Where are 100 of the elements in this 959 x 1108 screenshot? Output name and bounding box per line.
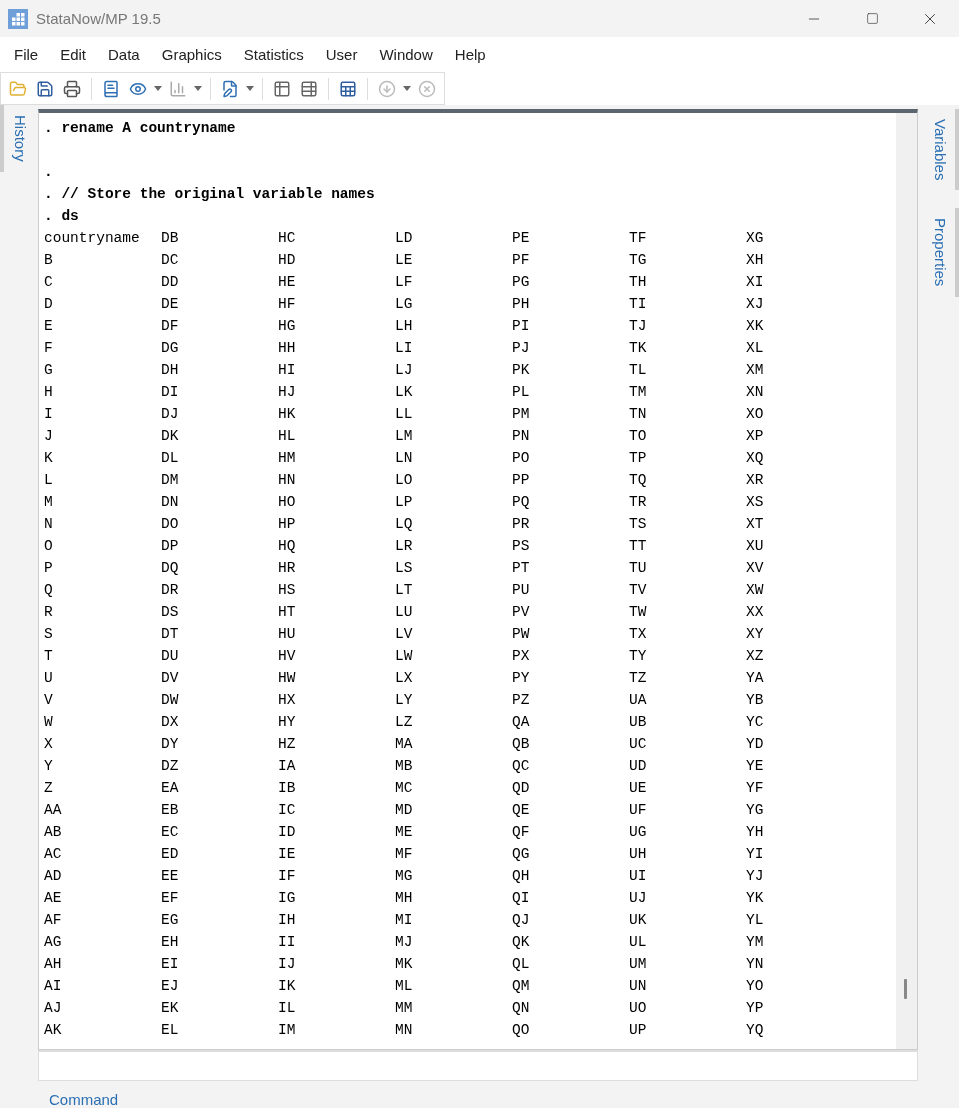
variable-name: YJ [746,867,764,886]
variable-name: HL [278,427,296,446]
variable-name: UF [629,801,647,820]
variable-name: LS [395,559,413,578]
variable-name: IC [278,801,296,820]
variable-name: TV [629,581,647,600]
variable-name: K [44,449,53,468]
variable-name: PW [512,625,530,644]
variable-name: PL [512,383,530,402]
menu-item[interactable]: Statistics [235,46,312,63]
variable-name: TX [629,625,647,644]
variable-name: XS [746,493,764,512]
variable-name: Q [44,581,53,600]
variable-name: XH [746,251,764,270]
variable-name: IK [278,977,296,996]
window-title: StataNow/MP 19.5 [36,10,162,27]
variable-name: EH [161,933,179,952]
menu-item[interactable]: User [317,46,366,63]
variable-name: MK [395,955,413,974]
menu-item[interactable]: Graphics [153,46,230,63]
maximize-icon[interactable] [865,12,879,25]
variable-name: M [44,493,53,512]
menu-item[interactable]: File [6,46,47,63]
variable-name: ID [278,823,296,842]
variable-name: IJ [278,955,296,974]
caret-icon[interactable] [154,86,162,91]
variable-name: QD [512,779,530,798]
panel-tab[interactable]: Variables [924,109,959,191]
menu-item[interactable]: Window [371,46,441,63]
variable-name: YA [746,669,764,688]
variable-name: DG [161,339,179,358]
variable-name: IF [278,867,296,886]
variable-name: YD [746,735,764,754]
variable-name: DR [161,581,179,600]
variable-name: F [44,339,53,358]
variable-name: B [44,251,53,270]
variable-name: TT [629,537,647,556]
variable-name: DP [161,537,179,556]
variable-name: DF [161,317,179,336]
variable-name: YE [746,757,764,776]
variable-name: HK [278,405,296,424]
variable-name: HE [278,273,296,292]
app-logo-icon [8,8,28,29]
variable-name: TS [629,515,647,534]
command-field[interactable] [38,1050,918,1081]
variable-name: AE [44,889,62,908]
variable-name: EL [161,1021,179,1040]
variable-name: IH [278,911,296,930]
variable-name: DL [161,449,179,468]
variable-name: DD [161,273,179,292]
variable-name: AJ [44,999,62,1018]
variable-name: LP [395,493,413,512]
variable-name: LK [395,383,413,402]
variable-name: UJ [629,889,647,908]
variable-name: YC [746,713,764,732]
variable-name: TW [629,603,647,622]
caret-icon[interactable] [194,86,202,91]
variable-name: XQ [746,449,764,468]
variable-name: DI [161,383,179,402]
variable-name: MH [395,889,413,908]
variable-name: EF [161,889,179,908]
menu-item[interactable]: Edit [52,46,95,63]
variable-name: MA [395,735,413,754]
variable-name: E [44,317,53,336]
variable-name: UK [629,911,647,930]
menu-item[interactable]: Help [446,46,494,63]
variable-name: PP [512,471,530,490]
menu-item[interactable]: Data [100,46,148,63]
variable-name: LJ [395,361,413,380]
variable-name: YL [746,911,764,930]
variable-name: O [44,537,53,556]
variable-name: YM [746,933,764,952]
variable-name: LO [395,471,413,490]
variable-name: PO [512,449,530,468]
variable-name: TP [629,449,647,468]
variable-name: HD [278,251,296,270]
variable-name: L [44,471,53,490]
variable-name: IG [278,889,296,908]
caret-icon[interactable] [403,86,411,91]
variable-name: IE [278,845,296,864]
scrollbar[interactable] [896,113,917,1050]
variable-name: LQ [395,515,413,534]
variable-name: PT [512,559,530,578]
variable-name: DX [161,713,179,732]
variable-name: PZ [512,691,530,710]
scrollbar-thumb[interactable] [904,979,907,999]
variable-name: LM [395,427,413,446]
variable-name: QL [512,955,530,974]
variable-name: AG [44,933,62,952]
variable-name: UN [629,977,647,996]
variable-name: ML [395,977,413,996]
variable-name: HN [278,471,296,490]
variable-name: UH [629,845,647,864]
panel-tab[interactable]: Properties [924,208,959,297]
variable-name: PM [512,405,530,424]
variable-name: PV [512,603,530,622]
variable-name: HJ [278,383,296,402]
caret-icon[interactable] [246,86,254,91]
variable-name: IA [278,757,296,776]
variable-name: MI [395,911,413,930]
